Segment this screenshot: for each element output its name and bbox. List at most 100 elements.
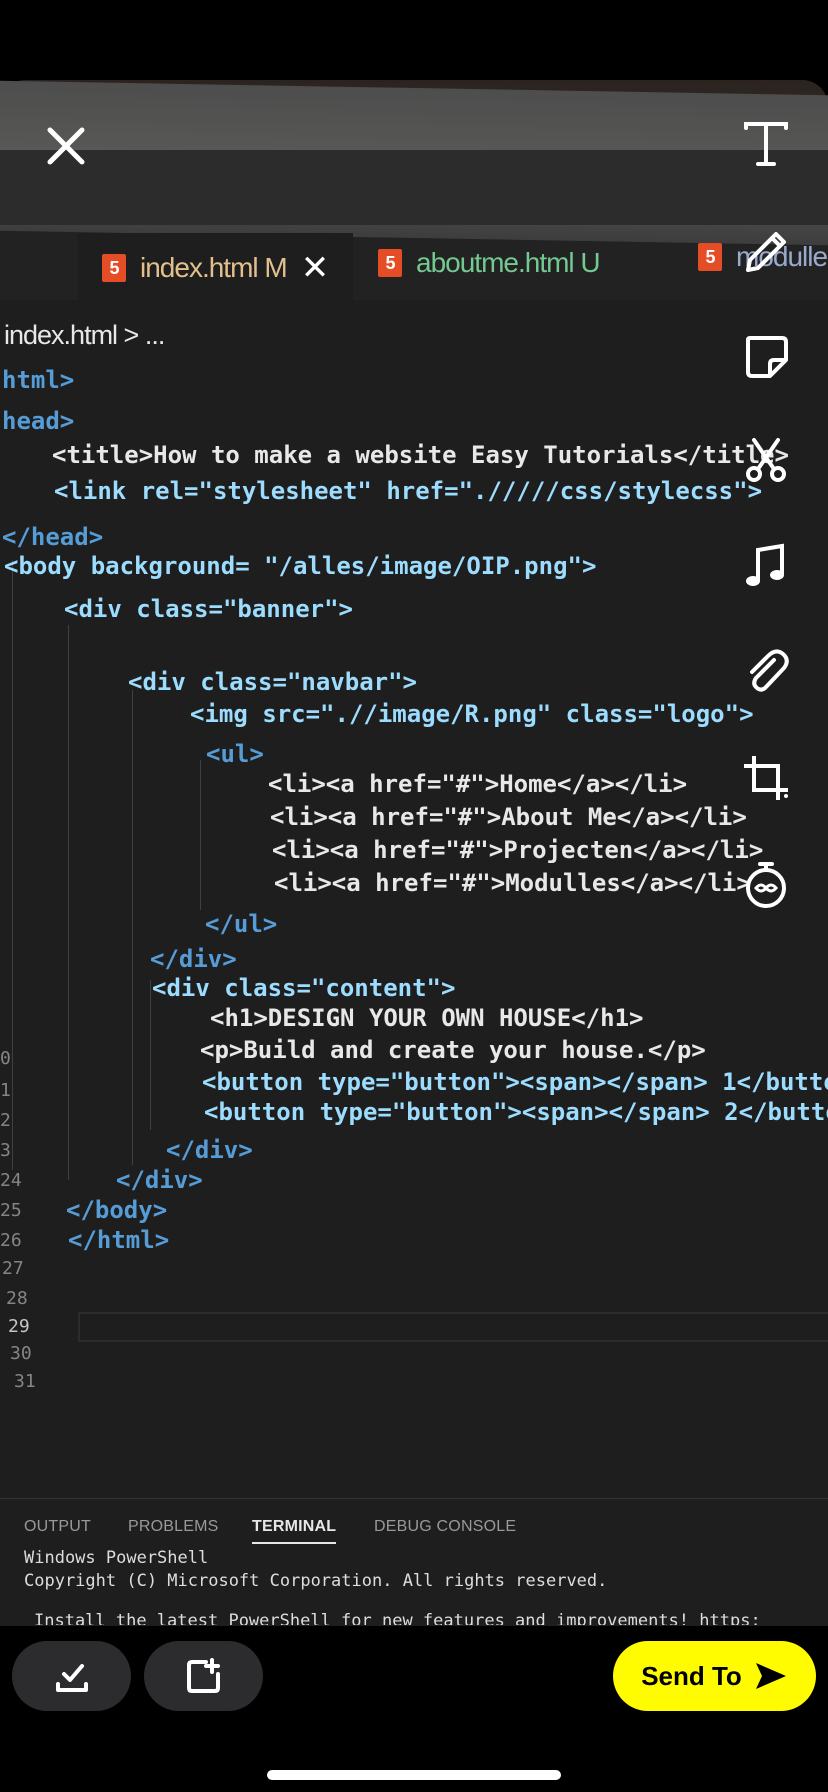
code-text: <div class="banner"> [64, 595, 353, 623]
indent-guide [132, 690, 133, 1165]
code-text: </div> [166, 1136, 253, 1164]
code-text: <div class="navbar"> [128, 668, 417, 696]
code-line: <h1>DESIGN YOUR OWN HOUSE</h1> [210, 1004, 643, 1032]
save-button[interactable] [12, 1641, 131, 1711]
code-line: <li><a href="#">Projecten</a></li> [272, 836, 763, 864]
line-number: 31 [14, 1371, 36, 1392]
crop-icon [744, 756, 788, 800]
code-text: <title>How to make a website Easy Tutori… [52, 441, 789, 469]
code-line: <ul> [206, 740, 264, 768]
line-number: 0 [0, 1048, 11, 1069]
code-text: <li><a href="#">Projecten</a></li> [272, 836, 764, 864]
code-text: </body> [66, 1196, 168, 1224]
current-line-highlight [78, 1312, 828, 1342]
tab-debug-console[interactable]: DEBUG CONSOLE [374, 1518, 516, 1536]
music-tool-button[interactable] [740, 540, 792, 592]
close-icon [47, 127, 85, 165]
tab-aboutme-html[interactable]: 5 aboutme.html U [378, 228, 601, 298]
timer-icon [746, 862, 786, 908]
attachment-tool-button[interactable] [740, 646, 792, 698]
code-line: <li><a href="#">About Me</a></li> [270, 803, 747, 831]
code-line: <img src=".//image/R.png" class="logo"> [190, 700, 754, 728]
code-text: head> [2, 407, 75, 435]
line-number: 27 [2, 1258, 24, 1279]
terminal-line: Windows PowerShell [24, 1548, 209, 1568]
indent-guide [12, 560, 13, 1170]
code-line: <link rel="stylesheet" href="./////css/s… [54, 477, 762, 505]
code-text: </div> [150, 945, 237, 973]
code-line: <li><a href="#">Home</a></li> [268, 770, 687, 798]
code-line: </div> [116, 1166, 203, 1194]
code-line: </body> [66, 1196, 167, 1224]
tab-problems[interactable]: PROBLEMS [128, 1518, 219, 1536]
download-icon [55, 1664, 88, 1692]
code-text: <link rel="stylesheet" href="./////css/s… [54, 477, 763, 505]
sticker-tool-button[interactable] [740, 330, 792, 382]
line-number: 26 [0, 1230, 22, 1251]
line-number: 3 [0, 1140, 11, 1161]
code-line: <div class="navbar"> [128, 668, 417, 696]
code-text: <li><a href="#">About Me</a></li> [270, 803, 747, 831]
code-line: <body background= "/alles/image/OIP.png"… [4, 552, 596, 580]
tab-index-html[interactable]: 5 index.html M ✕ [78, 233, 353, 303]
code-line: <title>How to make a website Easy Tutori… [52, 441, 789, 469]
line-number: 28 [6, 1288, 28, 1309]
home-indicator[interactable] [267, 1770, 561, 1780]
tab-label: index.html M [140, 252, 288, 283]
code-line: </div> [150, 945, 237, 973]
add-to-story-button[interactable] [144, 1641, 263, 1711]
code-text: </head> [2, 523, 104, 551]
indent-guide [150, 980, 151, 1130]
story-plus-icon [186, 1658, 220, 1693]
code-line: <div class="banner"> [64, 595, 353, 623]
code-text: <h1>DESIGN YOUR OWN HOUSE</h1> [210, 1004, 644, 1032]
code-text: </ul> [205, 910, 278, 938]
code-text: <img src=".//image/R.png" class="logo"> [190, 700, 754, 728]
code-line: </head> [2, 523, 103, 551]
code-text: </div> [116, 1166, 203, 1194]
editor-tabstrip [0, 150, 828, 225]
crop-tool-button[interactable] [740, 752, 792, 804]
tab-terminal[interactable]: TERMINAL [252, 1518, 337, 1544]
terminal-line: Install the latest PowerShell for new fe… [34, 1611, 761, 1625]
html5-icon: 5 [378, 249, 402, 277]
close-icon[interactable]: ✕ [301, 248, 329, 288]
send-to-button[interactable]: Send To [613, 1641, 816, 1711]
code-text: <li><a href="#">Modulles</a></li> [274, 869, 751, 897]
scissors-icon [746, 438, 786, 482]
music-icon [746, 543, 784, 586]
code-line: <button type="button"><span></span> 1</b… [202, 1068, 828, 1096]
code-text: <body background= "/alles/image/OIP.png"… [4, 552, 597, 580]
code-line: head> [2, 407, 74, 435]
line-number-current: 29 [8, 1316, 30, 1337]
code-text: <ul> [206, 740, 264, 768]
tab-output[interactable]: OUTPUT [24, 1518, 91, 1536]
indent-guide [200, 760, 201, 910]
html5-icon: 5 [102, 254, 126, 282]
code-text: html> [2, 366, 75, 394]
code-line: <div class="content"> [152, 974, 455, 1002]
line-number: 25 [0, 1200, 22, 1221]
text-icon [744, 122, 788, 166]
code-text: </html> [68, 1226, 170, 1254]
close-button[interactable] [44, 124, 88, 168]
code-text: <p>Build and create your house.</p> [200, 1036, 706, 1064]
code-line: </div> [166, 1136, 253, 1164]
line-number: 24 [0, 1170, 22, 1191]
code-text: <div class="content"> [152, 974, 456, 1002]
sticker-icon [746, 336, 788, 378]
breadcrumb[interactable]: index.html > ... [4, 320, 165, 351]
code-line: html> [2, 366, 74, 394]
timer-tool-button[interactable] [740, 858, 792, 910]
tab-label: aboutme.html U [416, 247, 601, 278]
text-tool-button[interactable] [740, 118, 792, 170]
pen-icon [746, 232, 786, 272]
code-line: <button type="button"><span></span> 2</b… [204, 1098, 828, 1126]
code-line: </html> [68, 1226, 169, 1254]
send-arrow-icon [755, 1663, 786, 1689]
indent-guide [68, 625, 69, 1180]
line-number: 1 [0, 1080, 11, 1101]
scissors-tool-button[interactable] [740, 434, 792, 486]
line-number: 2 [0, 1110, 11, 1131]
pen-tool-button[interactable] [740, 226, 792, 278]
